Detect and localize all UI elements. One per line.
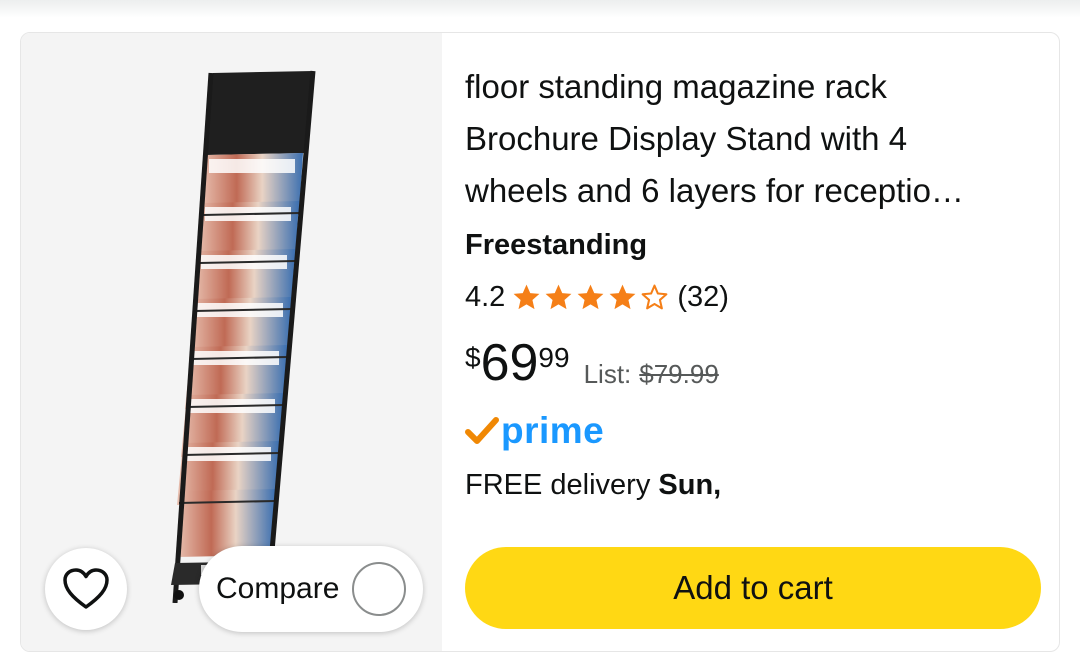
product-title[interactable]: floor standing magazine rack Brochure Di… [465,61,1041,217]
compare-toggle[interactable]: Compare [199,546,423,632]
star-full-icon [513,284,540,309]
star-rating[interactable] [511,282,671,313]
delivery-prefix: FREE delivery [465,469,651,501]
product-style: Freestanding [465,229,648,261]
product-title-line[interactable]: wheels and 6 layers for receptio… [465,165,1041,217]
product-info: floor standing magazine rack Brochure Di… [465,33,1059,651]
prime-badge: prime [465,409,604,453]
price-fraction: 99 [538,342,570,373]
product-title-line[interactable]: floor standing magazine rack [465,61,1041,113]
heart-icon [63,568,109,609]
star-full-icon [577,284,604,309]
product-title-line[interactable]: Brochure Display Stand with 4 [465,113,1041,165]
delivery-info: FREE delivery Sun, [465,465,721,505]
magazine-rack-image[interactable] [141,63,341,603]
price-whole: 69 [480,334,539,392]
delivery-date: Sun, [658,469,722,501]
add-to-cart-button[interactable]: Add to cart [465,547,1041,629]
rating-value: 4.2 [465,280,506,313]
compare-label: Compare [216,572,340,605]
top-divider [0,0,1080,18]
price-currency: $ [465,342,481,373]
compare-radio[interactable] [352,562,407,616]
check-icon [465,417,499,444]
star-full-icon [609,284,636,309]
rating-row[interactable]: 4.2 (32) [465,277,729,317]
list-price-label: List: [583,359,632,389]
wishlist-button[interactable] [45,548,127,630]
star-full-icon [545,284,572,309]
product-card[interactable]: Compare floor standing magazine rack Bro… [20,32,1060,652]
star-empty-icon [641,284,668,309]
list-price: $79.99 [639,359,719,389]
prime-label: prime [501,410,605,451]
rating-count[interactable]: (32) [677,281,729,314]
price: $ 69 99 List: $79.99 [465,333,719,397]
